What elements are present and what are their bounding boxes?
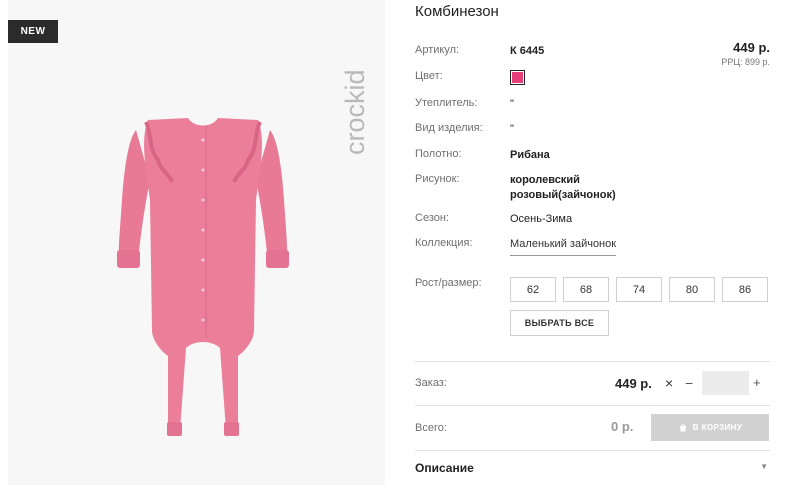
cart-icon: [679, 423, 686, 431]
size-option-80[interactable]: 80: [669, 277, 715, 302]
quantity-input[interactable]: [702, 371, 749, 395]
new-badge: NEW: [8, 20, 58, 43]
color-swatch-fill: [512, 72, 523, 83]
pattern-label: Рисунок:: [415, 173, 460, 185]
collection-label: Коллекция:: [415, 237, 473, 249]
divider: [415, 361, 770, 362]
product-price: 449 р.: [733, 40, 770, 55]
fabric-value: Рибана: [510, 149, 550, 161]
color-swatch[interactable]: [510, 70, 525, 85]
insulation-label: Утеплитель:: [415, 97, 478, 109]
product-info-panel: Комбинезон 449 р. РРЦ: 899 р. Артикул: К…: [415, 0, 770, 485]
brand-logo: crockid: [340, 69, 370, 155]
product-photo: [117, 118, 289, 436]
pattern-value: королевский розовый(зайчонок): [510, 173, 616, 203]
add-to-cart-button[interactable]: В КОРЗИНУ: [651, 414, 769, 441]
size-option-62[interactable]: 62: [510, 277, 556, 302]
insulation-value: ": [510, 98, 514, 110]
size-options: 62 68 74 80 86: [510, 277, 768, 302]
article-label: Артикул:: [415, 44, 460, 56]
order-price: 449 р.: [615, 376, 652, 391]
size-option-86[interactable]: 86: [722, 277, 768, 302]
total-value: 0 р.: [611, 419, 634, 434]
brand-logo-text: crockid: [340, 69, 370, 155]
type-value: ": [510, 123, 514, 135]
size-option-74[interactable]: 74: [616, 277, 662, 302]
recommended-retail-price: РРЦ: 899 р.: [721, 57, 770, 67]
divider: [415, 450, 770, 451]
product-title: Комбинезон: [415, 3, 499, 20]
collection-link[interactable]: Маленький зайчонок: [510, 237, 617, 256]
type-label: Вид изделия:: [415, 122, 483, 134]
description-toggle[interactable]: Описание: [415, 461, 474, 475]
article-value: К 6445: [510, 45, 545, 57]
color-label: Цвет:: [415, 70, 443, 82]
size-option-68[interactable]: 68: [563, 277, 609, 302]
season-label: Сезон:: [415, 212, 449, 224]
order-label: Заказ:: [415, 377, 447, 389]
quantity-decrease-button[interactable]: −: [685, 375, 693, 391]
total-label: Всего:: [415, 422, 447, 434]
product-image-panel: NEW crockid: [8, 0, 385, 485]
pattern-value-line2: розовый(зайчонок): [510, 189, 616, 201]
chevron-down-icon[interactable]: ▼: [760, 462, 768, 471]
select-all-sizes-button[interactable]: ВЫБРАТЬ ВСЕ: [510, 310, 609, 336]
pattern-value-line1: королевский: [510, 174, 580, 186]
add-to-cart-label: В КОРЗИНУ: [692, 423, 743, 432]
size-label: Рост/размер:: [415, 277, 482, 289]
season-value: Осень-Зима: [510, 213, 573, 225]
times-icon: ×: [665, 375, 674, 391]
quantity-increase-button[interactable]: +: [753, 375, 761, 390]
divider: [415, 405, 770, 406]
fabric-label: Полотно:: [415, 148, 462, 160]
